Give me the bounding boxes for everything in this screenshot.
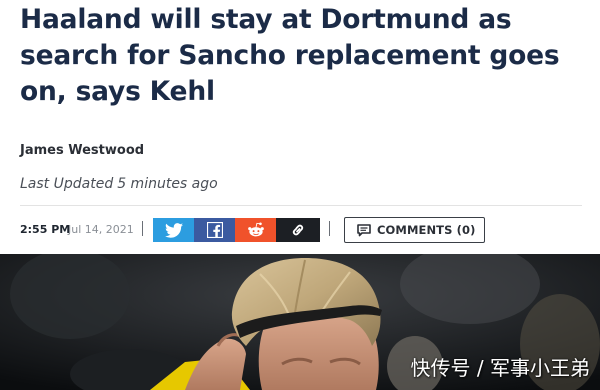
- article-headline: Haaland will stay at Dortmund as search …: [20, 4, 560, 107]
- comments-label: COMMENTS (0): [377, 223, 476, 237]
- article-hero-image: 快传号 / 军事小王弟: [0, 254, 600, 390]
- share-twitter-button[interactable]: [153, 218, 194, 242]
- link-icon: [292, 224, 304, 236]
- separator: [142, 221, 143, 236]
- comment-icon: [357, 223, 371, 236]
- last-updated-ago: 5 minutes ago: [117, 176, 218, 192]
- comments-button[interactable]: COMMENTS (0): [344, 217, 486, 243]
- publish-date: Jul 14, 2021: [68, 223, 134, 236]
- publish-time: 2:55 PM: [20, 223, 71, 236]
- share-facebook-button[interactable]: [194, 218, 235, 242]
- watermark-text: 快传号 / 军事小王弟: [410, 356, 590, 380]
- reddit-icon: [247, 222, 264, 237]
- share-reddit-button[interactable]: [235, 218, 276, 242]
- author-name[interactable]: James Westwood: [20, 143, 144, 158]
- copy-link-button[interactable]: [276, 218, 320, 242]
- facebook-icon: [206, 222, 223, 238]
- separator: [329, 221, 330, 236]
- last-updated-label: Last Updated: [20, 176, 114, 192]
- article-meta-bar: 2:55 PM Jul 14, 2021 COMMENTS (0): [20, 217, 580, 243]
- last-updated: Last Updated 5 minutes ago: [20, 176, 218, 192]
- twitter-icon: [164, 222, 183, 238]
- divider: [20, 205, 582, 206]
